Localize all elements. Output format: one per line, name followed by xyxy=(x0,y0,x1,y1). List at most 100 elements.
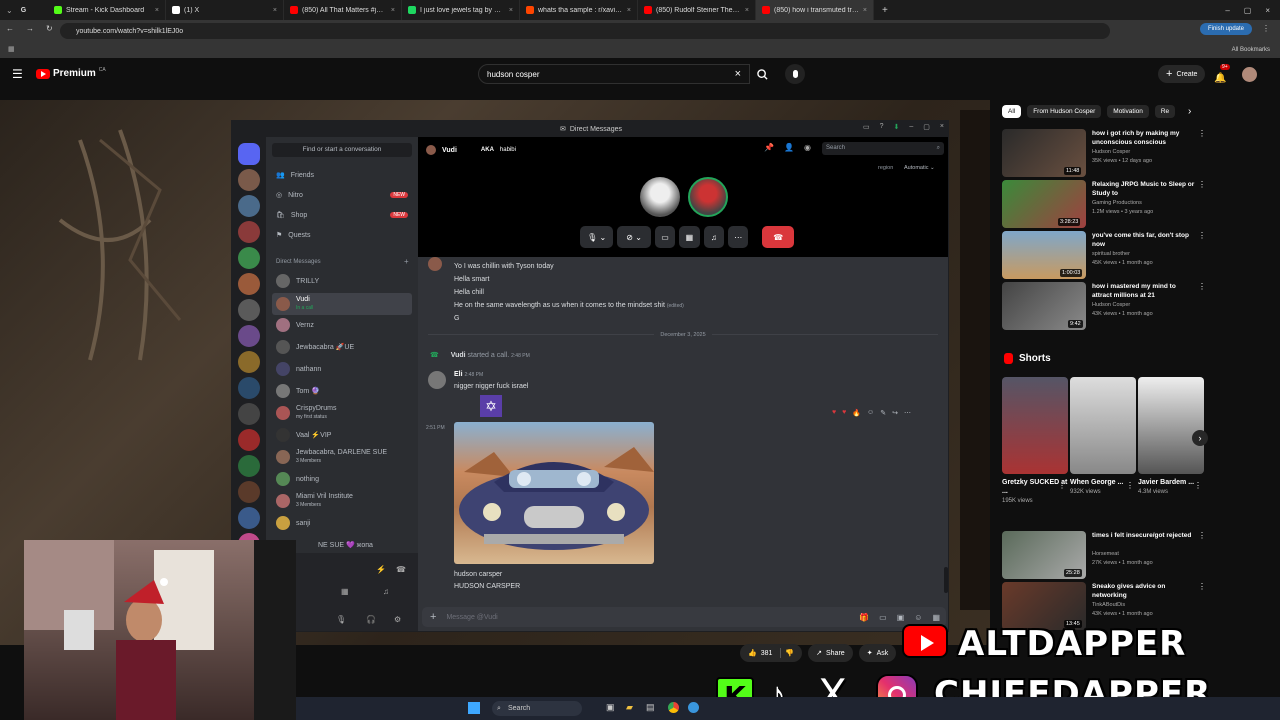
microphone-icon[interactable]: 🎙 xyxy=(336,615,346,624)
disconnect-icon[interactable]: ☎ xyxy=(396,565,406,574)
more-vert-icon[interactable]: ⋮ xyxy=(1198,180,1206,189)
help-icon[interactable]: ? xyxy=(880,123,884,131)
discord-minimize-icon[interactable]: – xyxy=(909,123,913,131)
noise-suppression-icon[interactable]: ⚡ xyxy=(376,565,386,574)
chip-motivation[interactable]: Motivation xyxy=(1107,105,1149,118)
nav-nitro[interactable]: ◎ Nitro NEW xyxy=(272,185,412,205)
tab-reddit[interactable]: whats tha sample : r/xaviersobas× xyxy=(520,0,638,20)
call-search-input[interactable]: Search ⌕ xyxy=(822,142,944,155)
share-button[interactable]: ↗ Share xyxy=(808,644,853,662)
discord-home-icon[interactable] xyxy=(238,143,260,165)
inbox-tray-icon[interactable]: ▭ xyxy=(863,123,870,131)
dm-item[interactable]: TRILLY xyxy=(272,271,412,291)
notifications-button[interactable]: 🔔 9+ xyxy=(1214,64,1230,86)
reply-icon[interactable]: ↪ xyxy=(892,409,898,417)
message-scrollbar[interactable] xyxy=(944,567,948,593)
heart-reaction-icon[interactable]: ♥ xyxy=(842,409,846,417)
add-friends-icon[interactable]: 👤 xyxy=(784,143,794,152)
server-icon[interactable] xyxy=(238,195,260,217)
server-icon[interactable] xyxy=(238,299,260,321)
dm-item[interactable]: Tom 🔮 xyxy=(272,381,412,401)
server-icon[interactable] xyxy=(238,455,260,477)
profile-icon[interactable]: ◉ xyxy=(804,143,811,152)
find-conversation-input[interactable]: Find or start a conversation xyxy=(272,143,412,157)
more-vert-icon[interactable]: ⋮ xyxy=(1194,481,1202,490)
nav-shop[interactable]: 🛍 Shop NEW xyxy=(272,205,412,225)
participant-avatar[interactable] xyxy=(688,177,728,217)
nav-friends[interactable]: 👥 Friends xyxy=(272,165,412,185)
browser-menu-icon[interactable]: ⋮ xyxy=(1262,24,1270,33)
short-item[interactable]: When George ... 932K views ⋮ xyxy=(1070,377,1136,517)
store-icon[interactable]: ▤ xyxy=(646,702,655,713)
short-item[interactable]: Gretzky SUCKED at ... 195K views ⋮ xyxy=(1002,377,1068,517)
discord-maximize-icon[interactable]: ▢ xyxy=(923,123,930,131)
tab-kick[interactable]: Stream - Kick Dashboard × xyxy=(48,0,166,20)
server-icon[interactable] xyxy=(238,429,260,451)
close-icon[interactable]: × xyxy=(273,7,277,14)
recommendation-item[interactable]: 3:28:23 Relaxing JRPG Music to Sleep or … xyxy=(1002,180,1207,230)
chrome-icon[interactable] xyxy=(668,702,679,713)
ask-button[interactable]: ✦ Ask xyxy=(858,644,897,662)
more-vert-icon[interactable]: ⋮ xyxy=(1198,231,1206,240)
chevron-right-icon[interactable]: › xyxy=(1188,106,1191,117)
all-bookmarks[interactable]: All Bookmarks xyxy=(1232,47,1270,53)
clear-search-icon[interactable]: × xyxy=(735,68,741,80)
nav-quests[interactable]: ⚑ Quests xyxy=(272,225,412,245)
more-vert-icon[interactable]: ⋮ xyxy=(1198,531,1206,540)
dm-item[interactable]: CrispyDrums my first status xyxy=(272,403,412,423)
server-icon[interactable] xyxy=(238,403,260,425)
dm-item[interactable]: Vernz xyxy=(272,315,412,335)
voice-search-button[interactable] xyxy=(785,64,805,84)
mute-button[interactable]: 🎙 ⌄ xyxy=(580,226,614,248)
short-item[interactable]: Javier Bardem ... 4.3M views ⋮ xyxy=(1138,377,1204,517)
shorts-next-button[interactable]: › xyxy=(1192,430,1208,446)
hang-up-button[interactable]: ☎ xyxy=(762,226,794,248)
close-icon[interactable]: × xyxy=(391,7,395,14)
create-button[interactable]: + Create xyxy=(1158,65,1206,83)
tab-menu-icon[interactable]: ⌄ xyxy=(6,6,13,15)
account-avatar[interactable] xyxy=(1242,67,1257,82)
activities-button[interactable]: ▦ xyxy=(679,226,700,248)
server-icon[interactable] xyxy=(238,247,260,269)
headphones-icon[interactable]: 🎧 xyxy=(366,615,376,624)
dm-group-item[interactable]: Jewbacabra, DARLENE SUE 3 Members xyxy=(272,447,412,467)
youtube-search-input[interactable]: hudson cosper × xyxy=(478,64,750,84)
dm-group-item[interactable]: Miami Vril Institute 3 Members xyxy=(272,491,412,511)
server-icon[interactable] xyxy=(238,221,260,243)
tab-genius[interactable]: I just love jewels tag by money× xyxy=(402,0,520,20)
youtube-logo[interactable]: Premium CA xyxy=(36,67,106,79)
attach-plus-icon[interactable]: + xyxy=(430,611,436,623)
create-dm-icon[interactable]: + xyxy=(404,257,409,266)
reload-icon[interactable]: ↻ xyxy=(46,24,53,33)
tab-youtube-1[interactable]: (850) All That Matters #jerseyclu× xyxy=(284,0,402,20)
forward-icon[interactable]: → xyxy=(26,24,34,33)
fire-reaction-icon[interactable]: 🔥 xyxy=(852,409,861,417)
taskbar-search[interactable]: ⌕ Search xyxy=(492,701,582,716)
windows-start-icon[interactable] xyxy=(468,702,480,714)
dm-item[interactable]: nathann xyxy=(272,359,412,379)
close-icon[interactable]: × xyxy=(509,7,513,14)
download-icon[interactable]: ⬇ xyxy=(894,123,900,131)
recommendation-item[interactable]: 25:28 times i felt insecure/got rejected… xyxy=(1002,531,1207,581)
message-compose-input[interactable]: + Message @Vudi 🎁 ▭ ▣ ☺ ▦ xyxy=(422,607,946,627)
minimize-icon[interactable]: – xyxy=(1225,6,1229,15)
close-icon[interactable]: × xyxy=(627,7,631,14)
tab-youtube-2[interactable]: (850) Rudolf Steiner The Spiritu× xyxy=(638,0,756,20)
more-vert-icon[interactable]: ⋮ xyxy=(1058,481,1066,490)
tab-youtube-active[interactable]: (850) how i transmuted trauma× xyxy=(756,0,874,20)
new-tab-button[interactable]: + xyxy=(874,5,896,16)
close-icon[interactable]: × xyxy=(155,7,159,14)
emoji-icon[interactable]: ☺ xyxy=(914,613,922,622)
chip-more[interactable]: Re xyxy=(1154,105,1176,118)
dm-item[interactable]: Vaal ⚡VIP xyxy=(272,425,412,445)
chip-all[interactable]: All xyxy=(1002,105,1022,118)
server-icon[interactable] xyxy=(238,481,260,503)
more-icon[interactable]: ⋯ xyxy=(904,409,911,417)
region-select[interactable]: Automatic ⌄ xyxy=(904,165,935,171)
settings-gear-icon[interactable]: ⚙ xyxy=(394,615,401,624)
screenshare-button[interactable]: ▭ xyxy=(654,226,676,248)
dm-item-active[interactable]: Vudi In a call xyxy=(272,293,412,315)
finish-update-button[interactable]: Finish update xyxy=(1199,23,1252,35)
like-button[interactable]: 👍 381 👎 xyxy=(740,644,803,662)
edit-icon[interactable]: ✎ xyxy=(880,409,886,417)
